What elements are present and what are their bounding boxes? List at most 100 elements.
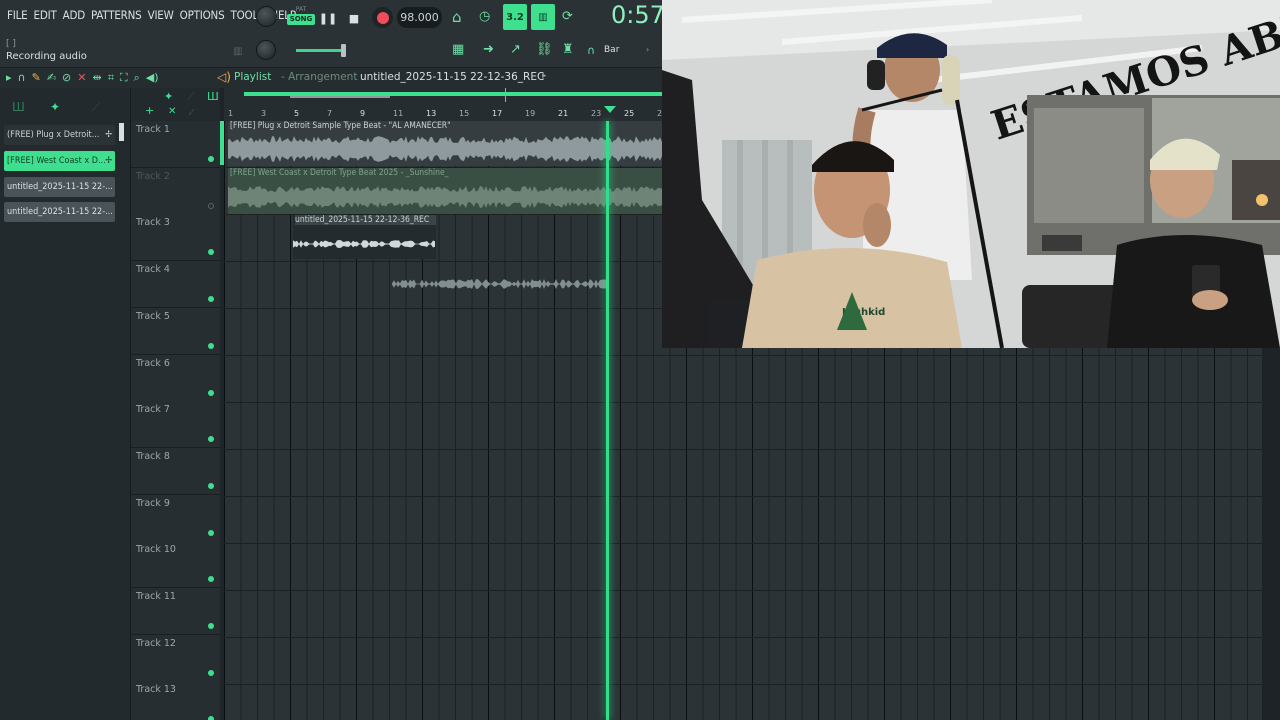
track-name: Track 3 — [136, 217, 170, 229]
track-enable-led[interactable] — [208, 249, 214, 256]
track-header[interactable]: Track 9 — [131, 494, 220, 542]
waveform — [293, 240, 435, 248]
horizontal-scrollbar[interactable] — [290, 96, 390, 98]
track-enable-led[interactable] — [208, 436, 214, 443]
timeline-ruler[interactable]: 13579111315171921232527 — [224, 88, 667, 121]
track-header[interactable]: Track 10 — [131, 541, 220, 589]
delete-icon[interactable]: ⊘ — [62, 71, 71, 85]
add-track-icon[interactable]: + — [145, 104, 154, 117]
loop-marker[interactable] — [505, 88, 506, 102]
track-enable-led[interactable] — [208, 529, 214, 536]
picker-clip-selected[interactable]: [FREE] West Coast x D... ✢ — [4, 151, 115, 171]
project-arrow-icon[interactable]: ▸ — [542, 71, 547, 81]
audio-clip-track3[interactable]: untitled_2025-11-15 22-12-36_REC — [293, 215, 436, 259]
picker-clip[interactable]: (FREE) Plug x Detroit... ✢ — [4, 125, 115, 145]
countdown-icon[interactable]: ◷ — [479, 9, 490, 24]
menu-edit[interactable]: EDIT — [31, 8, 60, 22]
automation-icon[interactable]: ⟋ — [92, 100, 100, 115]
track-enable-led[interactable] — [208, 623, 214, 629]
pattern-icon[interactable]: Ш — [12, 100, 25, 114]
track-enable-led[interactable] — [208, 716, 214, 720]
audio-clip-track4[interactable] — [392, 262, 608, 306]
track-enable-led[interactable] — [208, 202, 214, 209]
pause-button[interactable]: ❚❚ — [317, 7, 339, 29]
waveform — [228, 136, 664, 162]
link-tracks-icon[interactable]: ⟋ — [187, 90, 195, 104]
record-button[interactable] — [372, 7, 393, 28]
clip-label: (FREE) Plug x Detroit... — [7, 130, 100, 140]
tempo-display[interactable]: 98.000 — [397, 7, 442, 28]
track-scrollbar[interactable] — [220, 121, 224, 720]
track-name: Track 8 — [136, 450, 170, 462]
paint-icon[interactable]: ✍ — [47, 71, 56, 85]
track-header[interactable]: Track 1 — [131, 121, 220, 168]
track-header[interactable]: Track 3 — [131, 214, 220, 262]
mixer-icon[interactable]: ↗ — [510, 42, 521, 57]
picker-scrollbar[interactable] — [119, 123, 124, 141]
track-header[interactable]: Track 11 — [131, 588, 220, 635]
piano-roll-icon[interactable]: ▦ — [452, 42, 464, 57]
zoom-icon[interactable]: ⌕ — [134, 71, 140, 85]
track-header[interactable]: Track 6 — [131, 354, 220, 402]
snap-arrow-icon[interactable]: › — [646, 45, 649, 54]
loop-record-icon[interactable]: ⟳ — [562, 9, 573, 24]
audio-clip-track1[interactable]: [FREE] Plug x Detroit Sample Type Beat -… — [228, 121, 664, 166]
track-header[interactable]: Track 4 — [131, 261, 220, 309]
track-enable-led[interactable] — [208, 296, 214, 303]
pencil-icon[interactable]: ✎ — [32, 71, 41, 85]
slip-icon[interactable]: ⇹ — [92, 71, 101, 85]
blend-recording-toggle[interactable]: ▥ — [531, 4, 555, 30]
menu-patterns[interactable]: PATTERNS — [88, 8, 145, 22]
track-enable-led[interactable] — [208, 156, 214, 162]
plugin-icon[interactable]: ♜ — [562, 42, 574, 57]
menu-file[interactable]: FILE — [4, 8, 31, 22]
play-arrow-icon[interactable]: ▸ — [6, 71, 12, 85]
master-volume-slider[interactable] — [296, 44, 346, 57]
track-header[interactable]: Track 8 — [131, 447, 220, 495]
slice-icon[interactable]: ⌗ — [108, 71, 114, 85]
metronome-toggle[interactable]: 3.2 — [503, 4, 527, 30]
snap-selector[interactable]: Bar — [604, 45, 619, 55]
playhead[interactable] — [606, 121, 609, 720]
master-volume-knob[interactable] — [256, 6, 277, 27]
track-enable-led[interactable] — [208, 389, 214, 396]
slider-handle[interactable] — [341, 44, 346, 57]
track-enable-led[interactable] — [208, 342, 214, 349]
menu-view[interactable]: VIEW — [145, 8, 177, 22]
audio-clip-track2[interactable]: [FREE] West Coast x Detroit Type Beat 20… — [228, 168, 664, 214]
mute-icon[interactable]: ✕ — [77, 71, 86, 85]
track-enable-led[interactable] — [208, 482, 214, 489]
webcam-image: ESTAMOS ABIE Highkid — [662, 0, 1280, 348]
link-icon[interactable]: ⛓ — [536, 42, 553, 57]
track-header[interactable]: Track 13 — [131, 681, 220, 720]
select-icon[interactable]: ⛶ — [120, 71, 128, 85]
picker-clip[interactable]: untitled_2025-11-15 22-... — [4, 202, 115, 222]
master-pitch-knob[interactable] — [256, 40, 276, 60]
menu-add[interactable]: ADD — [60, 8, 88, 22]
track-header[interactable]: Track 2 — [131, 167, 220, 215]
track-scrollbar-handle[interactable] — [220, 121, 224, 165]
track-name: Track 1 — [136, 124, 170, 135]
remove-icon[interactable]: ✕ — [168, 106, 176, 117]
check-icon[interactable]: ✓ — [187, 106, 196, 119]
audio-clip-icon[interactable]: ✦ — [50, 100, 60, 114]
track-header[interactable]: Track 7 — [131, 401, 220, 449]
pat-song-toggle[interactable]: PAT SONG — [287, 6, 315, 30]
magnet-icon[interactable]: ∩ — [18, 71, 26, 85]
track-enable-led[interactable] — [208, 576, 214, 583]
picker-clip[interactable]: untitled_2025-11-15 22-... — [4, 177, 115, 197]
clip-title: untitled_2025-11-15 22-12-36_REC — [295, 215, 436, 225]
track-header[interactable]: Track 5 — [131, 307, 220, 355]
wave-icon[interactable]: ✦ — [164, 90, 173, 103]
track-enable-led[interactable] — [208, 669, 214, 676]
song-position-clock[interactable]: 0:57 — [611, 1, 665, 29]
track-header[interactable]: Track 12 — [131, 634, 220, 682]
grid-icon[interactable]: Ш — [207, 90, 219, 103]
main-toolbar: FILE EDIT ADD PATTERNS VIEW OPTIONS TOOL… — [0, 0, 665, 68]
wait-for-input-icon[interactable]: ⌂ — [452, 8, 462, 26]
channel-rack-arrow-icon[interactable]: ➜ — [483, 42, 494, 57]
menu-options[interactable]: OPTIONS — [177, 8, 228, 22]
playhead-marker-icon[interactable] — [604, 106, 616, 113]
playback-icon[interactable]: ◀) — [146, 71, 159, 85]
stop-button[interactable]: ■ — [343, 7, 365, 29]
